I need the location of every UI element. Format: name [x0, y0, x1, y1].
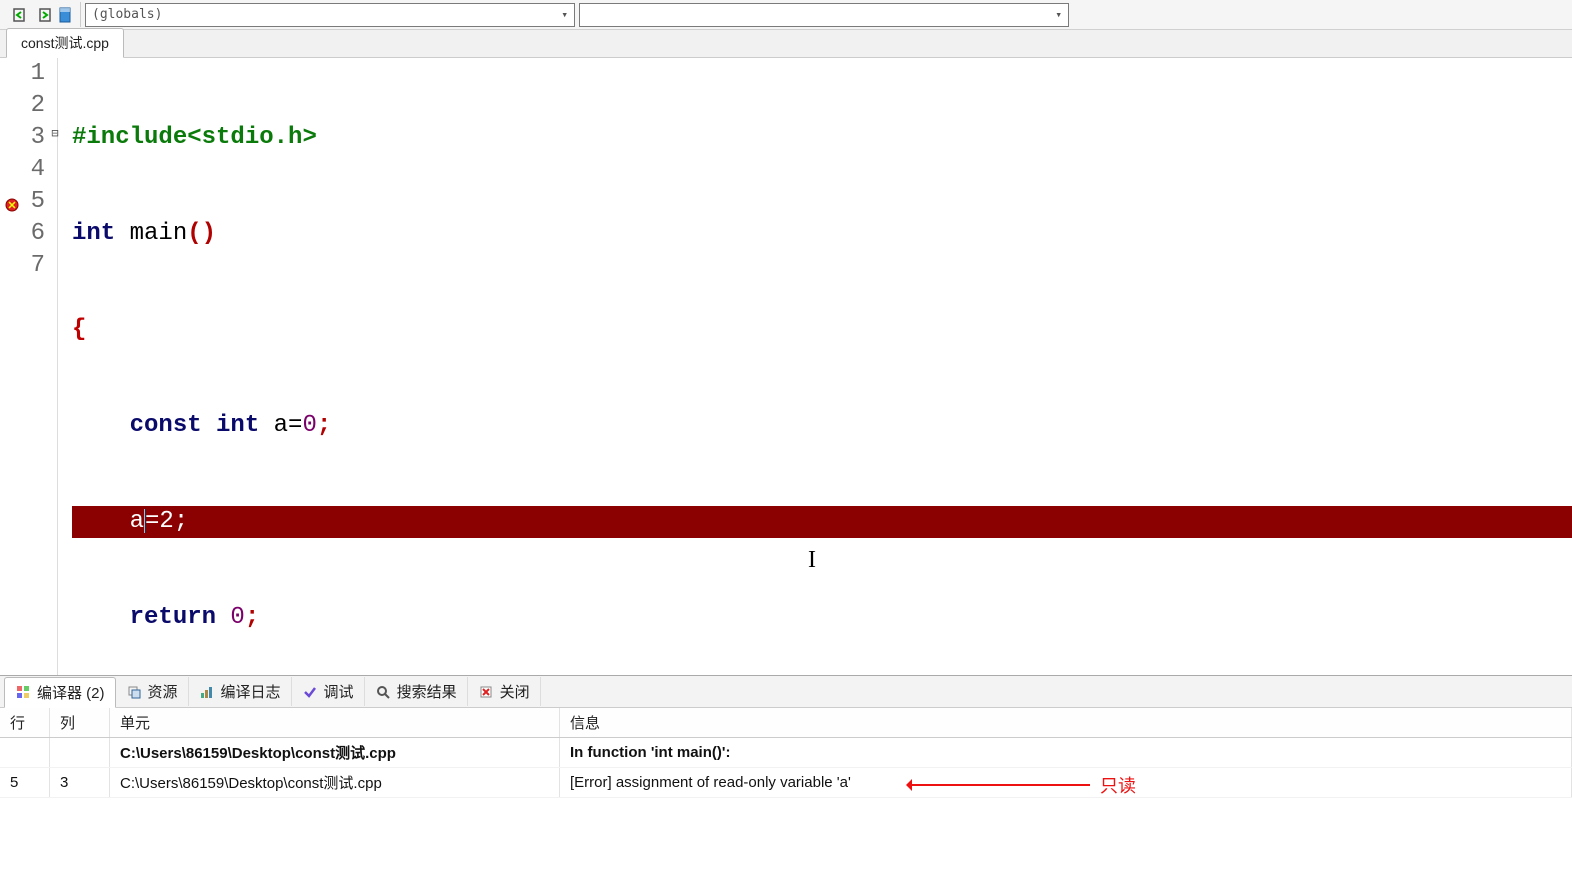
cell-unit: C:\Users\86159\Desktop\const测试.cpp	[110, 738, 560, 767]
scope-combo[interactable]: (globals) ▾	[85, 3, 575, 27]
cell-col: 3	[50, 768, 110, 797]
grid-header: 行 列 单元 信息	[0, 708, 1572, 738]
code-line: return 0;	[72, 602, 1572, 634]
tab-resources-label: 资源	[148, 681, 178, 702]
code-editor[interactable]: 1 2 3⊟ 4 5 6 7 #include<stdio.h> int mai…	[0, 58, 1572, 675]
cell-info: [Error] assignment of read-only variable…	[560, 768, 1572, 797]
editor-tabbar: const测试.cpp	[0, 30, 1572, 58]
cell-unit: C:\Users\86159\Desktop\const测试.cpp	[110, 768, 560, 797]
search-icon	[375, 684, 391, 700]
back-icon[interactable]	[12, 6, 30, 24]
code-line: #include<stdio.h>	[72, 122, 1572, 154]
line-number: 1	[0, 58, 49, 90]
check-icon	[302, 684, 318, 700]
tab-compiler[interactable]: 编译器 (2)	[4, 677, 116, 708]
bottom-panel: 编译器 (2) 资源 编译日志 调试 搜索结果 关闭 行 列 单元 信息	[0, 675, 1572, 879]
panel-tabs: 编译器 (2) 资源 编译日志 调试 搜索结果 关闭	[0, 676, 1572, 708]
toolbar-icon-group	[6, 2, 81, 27]
annotation-arrow: 只读	[910, 772, 1136, 798]
tab-compiler-label: 编译器 (2)	[37, 682, 105, 703]
cell-line: 5	[0, 768, 50, 797]
table-row[interactable]: C:\Users\86159\Desktop\const测试.cpp In fu…	[0, 738, 1572, 768]
grid-icon	[15, 684, 31, 700]
top-toolbar: (globals) ▾ ▾	[0, 0, 1572, 30]
chevron-down-icon: ▾	[561, 8, 568, 21]
close-icon	[478, 684, 494, 700]
tab-debug[interactable]: 调试	[292, 677, 365, 706]
ibeam-cursor-icon: I	[808, 544, 816, 576]
code-line-error: a=2;	[72, 506, 1572, 538]
tab-close[interactable]: 关闭	[468, 677, 541, 706]
copy-icon	[126, 684, 142, 700]
file-tab-label: const测试.cpp	[21, 35, 109, 51]
cell-col	[50, 738, 110, 767]
line-number: 5	[0, 186, 49, 218]
tab-debug-label: 调试	[324, 681, 354, 702]
bookmark-icon[interactable]	[56, 6, 74, 24]
arrow-line-icon	[910, 784, 1090, 786]
annotation-text: 只读	[1100, 772, 1136, 798]
line-number: 7	[0, 250, 49, 282]
col-header-unit[interactable]: 单元	[110, 708, 560, 737]
tab-search-results[interactable]: 搜索结果	[365, 677, 468, 706]
forward-icon[interactable]	[34, 6, 52, 24]
breakpoint-error-icon[interactable]	[4, 192, 20, 208]
line-number: 6	[0, 218, 49, 250]
cell-line	[0, 738, 50, 767]
line-number: 4	[0, 154, 49, 186]
line-number: 2	[0, 90, 49, 122]
line-gutter: 1 2 3⊟ 4 5 6 7	[0, 58, 58, 675]
code-line: const int a=0;	[72, 410, 1572, 442]
file-tab[interactable]: const测试.cpp	[6, 28, 124, 58]
symbol-combo[interactable]: ▾	[579, 3, 1069, 27]
code-line: int main()	[72, 218, 1572, 250]
tab-search-results-label: 搜索结果	[397, 681, 457, 702]
grid-body: C:\Users\86159\Desktop\const测试.cpp In fu…	[0, 738, 1572, 879]
tab-compile-log-label: 编译日志	[221, 681, 281, 702]
tab-resources[interactable]: 资源	[116, 677, 189, 706]
chart-icon	[199, 684, 215, 700]
tab-close-label: 关闭	[500, 681, 530, 702]
scope-combo-text: (globals)	[92, 7, 162, 22]
table-row[interactable]: 5 3 C:\Users\86159\Desktop\const测试.cpp […	[0, 768, 1572, 798]
col-header-col[interactable]: 列	[50, 708, 110, 737]
col-header-info[interactable]: 信息	[560, 708, 1572, 737]
code-line: {	[72, 314, 1572, 346]
line-number: 3⊟	[0, 122, 49, 154]
col-header-line[interactable]: 行	[0, 708, 50, 737]
source-code[interactable]: #include<stdio.h> int main() { const int…	[58, 58, 1572, 675]
chevron-down-icon: ▾	[1055, 8, 1062, 21]
tab-compile-log[interactable]: 编译日志	[189, 677, 292, 706]
cell-info: In function 'int main()':	[560, 738, 1572, 767]
